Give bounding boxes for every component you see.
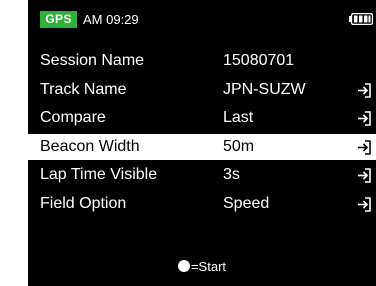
status-bar: GPS AM 09:29 [28,0,376,34]
enter-arrow-icon[interactable] [357,168,376,183]
setting-label: Track Name [40,80,127,98]
enter-arrow-icon[interactable] [357,111,376,126]
clock-time: AM 09:29 [83,12,139,27]
setting-row-field-option[interactable]: Field Option Speed [28,191,376,217]
setting-value: Speed [223,194,270,212]
setting-label: Lap Time Visible [40,166,158,183]
setting-value: Last [223,109,254,126]
settings-list: Session Name 15080701 Track Name JPN-SUZW Co… [28,48,376,219]
setting-label: Field Option [40,194,127,212]
setting-row-lap-time-visible[interactable]: Lap Time Visible 3s [28,162,376,188]
gps-badge: GPS [40,11,77,28]
setting-label: Session Name [40,52,145,69]
setting-value: 50m [223,137,255,155]
setting-row-beacon-width[interactable]: Beacon Width 50m [28,133,376,160]
device-screen: GPS AM 09:29 Session Name 15080701 Track N… [28,0,376,286]
enter-arrow-icon[interactable] [357,82,376,98]
setting-row-compare[interactable]: Compare Last [28,105,376,131]
setting-row-track-name[interactable]: Track Name JPN-SUZW [28,77,376,103]
enter-arrow-icon[interactable] [357,139,376,155]
setting-value: 15080701 [223,52,295,69]
circle-button-icon [177,260,190,272]
enter-arrow-icon[interactable] [357,196,376,212]
start-legend: =Start [190,259,227,274]
setting-value: 3s [223,166,240,183]
setting-value: JPN-SUZW [223,80,306,98]
setting-label: Beacon Width [40,137,140,155]
setting-row-session-name[interactable]: Session Name 15080701 [28,48,376,74]
footer-hint: =Start [28,256,376,278]
setting-label: Compare [40,109,106,126]
battery-icon [349,13,373,25]
